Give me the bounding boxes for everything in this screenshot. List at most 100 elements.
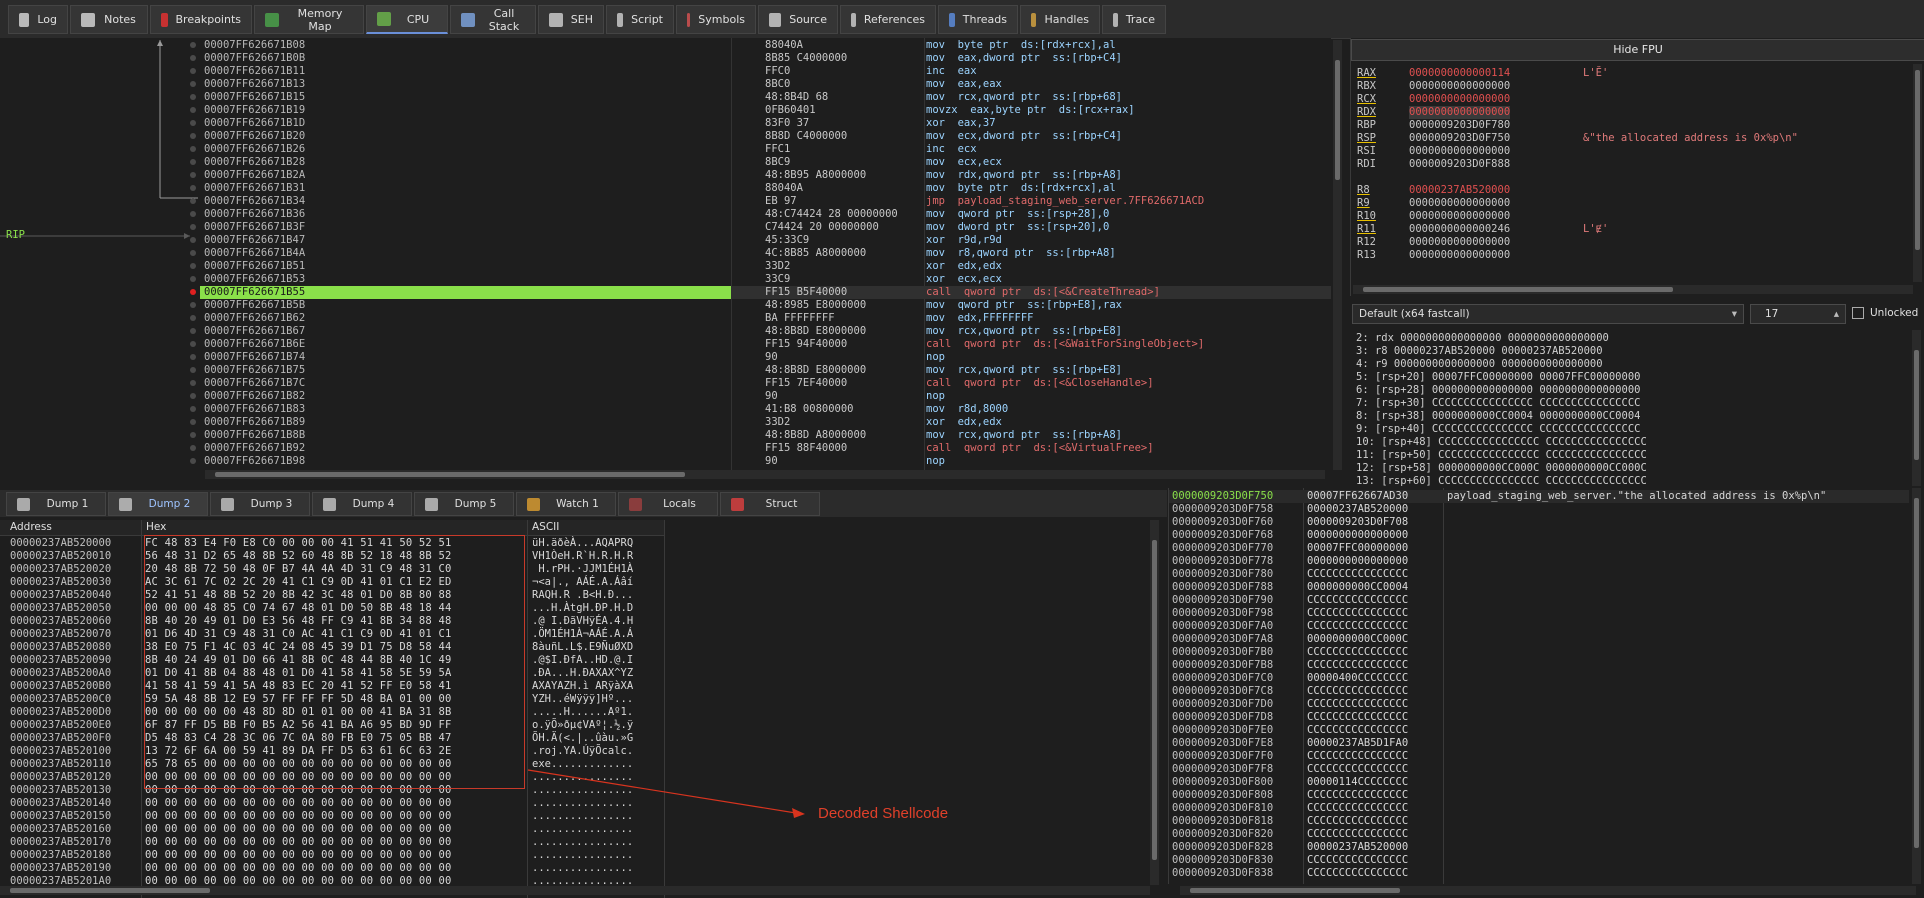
breakpoint-dot-icon[interactable] bbox=[190, 445, 196, 451]
register-value[interactable]: 0000000000000000 bbox=[1409, 145, 1510, 158]
disassembly-vscrollbar[interactable] bbox=[1333, 40, 1342, 470]
breakpoint-dot-icon[interactable] bbox=[190, 224, 196, 230]
disasm-row[interactable]: 00007FF626671B51 33D2 xor edx,edx bbox=[190, 260, 1331, 273]
breakpoint-dot-icon[interactable] bbox=[190, 289, 196, 295]
disasm-row[interactable]: 00007FF626671B89 33D2 xor edx,edx bbox=[190, 416, 1331, 429]
disasm-row[interactable]: 00007FF626671B2A 48:8B95 A8000000 mov rdx,… bbox=[190, 169, 1331, 182]
breakpoint-dot-icon[interactable] bbox=[190, 159, 196, 165]
disassembly-hscrollbar[interactable] bbox=[205, 470, 1325, 479]
breakpoint-dot-icon[interactable] bbox=[190, 94, 196, 100]
register-value[interactable]: 0000009203D0F780 bbox=[1409, 119, 1510, 132]
breakpoint-dot-icon[interactable] bbox=[190, 120, 196, 126]
disasm-row[interactable]: 00007FF626671B92 FF15 88F40000 call qword … bbox=[190, 442, 1331, 455]
breakpoint-dot-icon[interactable] bbox=[190, 380, 196, 386]
tab-dump-2[interactable]: Dump 2 bbox=[108, 492, 208, 516]
register-value[interactable]: 0000000000000000 bbox=[1409, 236, 1510, 249]
disasm-row[interactable]: 00007FF626671B13 8BC0 mov eax,eax bbox=[190, 78, 1331, 91]
breakpoint-dot-icon[interactable] bbox=[190, 432, 196, 438]
breakpoint-dot-icon[interactable] bbox=[190, 250, 196, 256]
tab-call-stack[interactable]: Call Stack bbox=[450, 5, 536, 34]
breakpoint-dot-icon[interactable] bbox=[190, 146, 196, 152]
breakpoint-dot-icon[interactable] bbox=[190, 42, 196, 48]
registers-hscrollbar[interactable] bbox=[1353, 285, 1913, 294]
disasm-row[interactable]: 00007FF626671B20 8B8D C4000000 mov ecx,dwo… bbox=[190, 130, 1331, 143]
disasm-row[interactable]: 00007FF626671B26 FFC1 inc ecx bbox=[190, 143, 1331, 156]
tab-handles[interactable]: Handles bbox=[1020, 5, 1100, 34]
disasm-row[interactable]: 00007FF626671B31 88040A mov byte ptr ds:[r… bbox=[190, 182, 1331, 195]
tab-log[interactable]: Log bbox=[8, 5, 68, 34]
tab-dump-1[interactable]: Dump 1 bbox=[6, 492, 106, 516]
disasm-row[interactable]: 00007FF626671B7C FF15 7EF40000 call qword … bbox=[190, 377, 1331, 390]
disasm-row[interactable]: 00007FF626671B53 33C9 xor ecx,ecx bbox=[190, 273, 1331, 286]
breakpoint-dot-icon[interactable] bbox=[190, 133, 196, 139]
dump-hex-bytes[interactable]: 00 00 00 00 00 00 00 00 00 00 00 00 00 0… bbox=[145, 797, 452, 810]
dump-vscrollbar[interactable] bbox=[1150, 520, 1159, 885]
stack-view[interactable]: 0000009203D0F750 00007FF62667AD30 payload_… bbox=[1168, 488, 1924, 884]
register-value[interactable]: 0000000000000000 bbox=[1409, 210, 1510, 223]
dump-hex-bytes[interactable]: 00 00 00 00 00 00 00 00 00 00 00 00 00 0… bbox=[145, 810, 452, 823]
stack-row[interactable]: 0000009203D0F750 00007FF62667AD30 payload_… bbox=[1169, 490, 1909, 503]
disasm-row[interactable]: 00007FF626671B08 88040A mov byte ptr ds:[r… bbox=[190, 39, 1331, 52]
dump-hex-bytes[interactable]: 00 00 00 00 00 00 00 00 00 00 00 00 00 0… bbox=[145, 849, 452, 862]
breakpoint-dot-icon[interactable] bbox=[190, 367, 196, 373]
register-value[interactable]: 0000000000000114 bbox=[1409, 67, 1510, 80]
disasm-row[interactable]: 00007FF626671B98 90 nop bbox=[190, 455, 1331, 468]
disasm-row[interactable]: 00007FF626671B83 41:B8 00800000 mov r8d,80… bbox=[190, 403, 1331, 416]
disasm-row[interactable]: 00007FF626671B67 48:8B8D E8000000 mov rcx,… bbox=[190, 325, 1331, 338]
disasm-row[interactable]: 00007FF626671B55 FF15 B5F40000 call qword … bbox=[190, 286, 1331, 299]
disasm-row[interactable]: 00007FF626671B28 8BC9 mov ecx,ecx bbox=[190, 156, 1331, 169]
stack-vscrollbar[interactable] bbox=[1912, 488, 1921, 884]
breakpoint-dot-icon[interactable] bbox=[190, 185, 196, 191]
unlocked-checkbox[interactable] bbox=[1852, 307, 1864, 319]
disasm-row[interactable]: 00007FF626671B8B 48:8B8D A8000000 mov rcx,… bbox=[190, 429, 1331, 442]
register-value[interactable]: 0000000000000000 bbox=[1409, 106, 1511, 119]
register-value[interactable]: 0000000000000000 bbox=[1409, 197, 1510, 210]
tab-dump-4[interactable]: Dump 4 bbox=[312, 492, 412, 516]
breakpoint-dot-icon[interactable] bbox=[190, 328, 196, 334]
tab-trace[interactable]: Trace bbox=[1102, 5, 1166, 34]
tab-threads[interactable]: Threads bbox=[938, 5, 1018, 34]
disasm-row[interactable]: 00007FF626671B82 90 nop bbox=[190, 390, 1331, 403]
register-value[interactable]: 0000000000000000 bbox=[1409, 80, 1510, 93]
tab-breakpoints[interactable]: Breakpoints bbox=[150, 5, 252, 34]
disasm-row[interactable]: 00007FF626671B36 48:C74424 28 00000000 mov… bbox=[190, 208, 1331, 221]
register-value[interactable]: 0000009203D0F750 bbox=[1409, 132, 1510, 145]
disasm-row[interactable]: 00007FF626671B62 BA FFFFFFFF mov edx,FFFFF… bbox=[190, 312, 1331, 325]
tab-dump-3[interactable]: Dump 3 bbox=[210, 492, 310, 516]
breakpoint-dot-icon[interactable] bbox=[190, 263, 196, 269]
register-value[interactable]: 00000237AB520000 bbox=[1409, 184, 1510, 197]
tab-references[interactable]: References bbox=[840, 5, 936, 34]
arg-count-spinner[interactable]: 17 ▴ bbox=[1750, 304, 1846, 324]
tab-struct[interactable]: Struct bbox=[720, 492, 820, 516]
breakpoint-dot-icon[interactable] bbox=[190, 172, 196, 178]
tab-seh[interactable]: SEH bbox=[538, 5, 604, 34]
breakpoint-dot-icon[interactable] bbox=[190, 237, 196, 243]
disasm-row[interactable]: 00007FF626671B19 0FB60401 movzx eax,byte p… bbox=[190, 104, 1331, 117]
dump-hex-bytes[interactable]: 00 00 00 00 00 00 00 00 00 00 00 00 00 0… bbox=[145, 836, 452, 849]
disasm-row[interactable]: 00007FF626671B74 90 nop bbox=[190, 351, 1331, 364]
disasm-row[interactable]: 00007FF626671B3F C74424 20 00000000 mov dw… bbox=[190, 221, 1331, 234]
disasm-row[interactable]: 00007FF626671B6E FF15 94F40000 call qword … bbox=[190, 338, 1331, 351]
breakpoint-dot-icon[interactable] bbox=[190, 341, 196, 347]
disasm-row[interactable]: 00007FF626671B47 45:33C9 xor r9d,r9d bbox=[190, 234, 1331, 247]
tab-notes[interactable]: Notes bbox=[70, 5, 148, 34]
breakpoint-dot-icon[interactable] bbox=[190, 419, 196, 425]
disasm-row[interactable]: 00007FF626671B75 48:8B8D E8000000 mov rcx,… bbox=[190, 364, 1331, 377]
breakpoint-dot-icon[interactable] bbox=[190, 354, 196, 360]
call-convention-select[interactable]: Default (x64 fastcall) ▾ bbox=[1352, 304, 1744, 324]
dump-hscrollbar[interactable] bbox=[0, 886, 1150, 895]
tab-locals[interactable]: Locals bbox=[618, 492, 718, 516]
disasm-row[interactable]: 00007FF626671B5B 48:8985 E8000000 mov qwor… bbox=[190, 299, 1331, 312]
tab-watch-1[interactable]: Watch 1 bbox=[516, 492, 616, 516]
tab-memory-map[interactable]: Memory Map bbox=[254, 5, 364, 34]
breakpoint-dot-icon[interactable] bbox=[190, 276, 196, 282]
tab-cpu[interactable]: CPU bbox=[366, 5, 448, 34]
tab-dump-5[interactable]: Dump 5 bbox=[414, 492, 514, 516]
disasm-row[interactable]: 00007FF626671B11 FFC0 inc eax bbox=[190, 65, 1331, 78]
tab-source[interactable]: Source bbox=[758, 5, 838, 34]
breakpoint-dot-icon[interactable] bbox=[190, 302, 196, 308]
breakpoint-dot-icon[interactable] bbox=[190, 81, 196, 87]
register-value[interactable]: 0000000000000246 bbox=[1409, 223, 1510, 236]
disasm-row[interactable]: 00007FF626671B0B 8B85 C4000000 mov eax,dwo… bbox=[190, 52, 1331, 65]
breakpoint-dot-icon[interactable] bbox=[190, 406, 196, 412]
